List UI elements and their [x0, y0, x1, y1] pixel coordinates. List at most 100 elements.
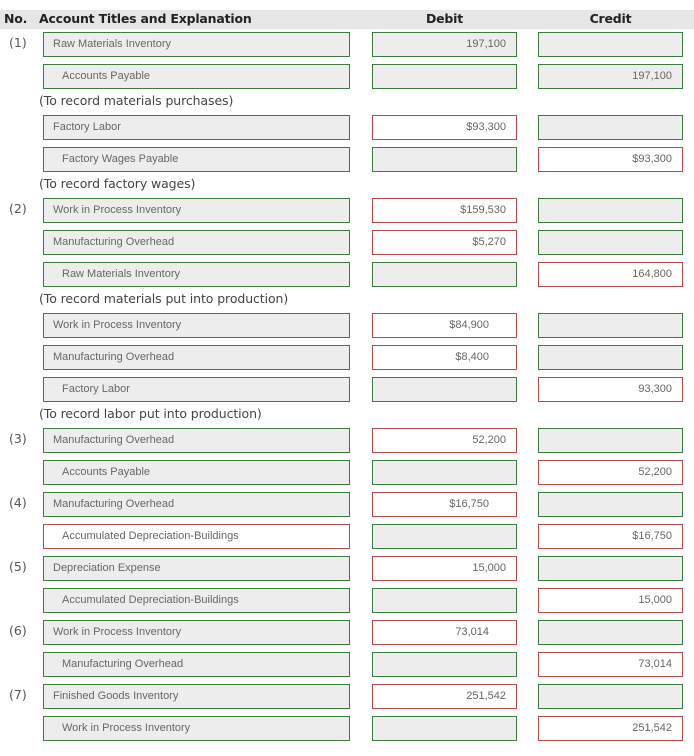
account-title-field[interactable]: Accumulated Depreciation-Buildings	[43, 524, 350, 549]
header-no: No.	[4, 11, 28, 26]
journal-row: (1) Raw Materials Inventory 197,100	[0, 32, 694, 64]
journal-row: Manufacturing Overhead 73,014	[0, 652, 694, 684]
account-title-field[interactable]: Raw Materials Inventory	[43, 32, 350, 57]
journal-row: (6) Work in Process Inventory 73,014	[0, 620, 694, 652]
journal-row: Factory Labor 93,300	[0, 377, 694, 409]
debit-field[interactable]: 251,542	[372, 684, 517, 709]
debit-field[interactable]: $159,530	[372, 198, 517, 223]
credit-field[interactable]	[538, 492, 683, 517]
credit-field[interactable]: 15,000	[538, 588, 683, 613]
header-debit: Debit	[425, 11, 464, 26]
entry-number: (2)	[9, 201, 27, 216]
debit-field[interactable]: $16,750	[372, 492, 517, 517]
entry-explanation: (To record factory wages)	[0, 176, 694, 198]
account-title-field[interactable]: Factory Labor	[43, 115, 350, 140]
account-title-field[interactable]: Accounts Payable	[43, 64, 350, 89]
credit-field[interactable]	[538, 115, 683, 140]
credit-field[interactable]	[538, 556, 683, 581]
entry-number: (3)	[9, 431, 27, 446]
credit-field[interactable]: 73,014	[538, 652, 683, 677]
entry-number: (1)	[9, 35, 27, 50]
credit-field[interactable]: 197,100	[538, 64, 683, 89]
debit-field[interactable]: $84,900	[372, 313, 517, 338]
journal-row: Accounts Payable 52,200	[0, 460, 694, 492]
debit-field[interactable]: $93,300	[372, 115, 517, 140]
journal-row: (2) Work in Process Inventory $159,530	[0, 198, 694, 230]
journal-row: Raw Materials Inventory 164,800	[0, 262, 694, 294]
account-title-field[interactable]: Manufacturing Overhead	[43, 345, 350, 370]
credit-field[interactable]	[538, 428, 683, 453]
entry-explanation: (To record labor put into production)	[0, 406, 694, 428]
debit-field[interactable]: $8,400	[372, 345, 517, 370]
debit-field[interactable]: 52,200	[372, 428, 517, 453]
credit-field[interactable]	[538, 684, 683, 709]
journal-row: (7) Finished Goods Inventory 251,542	[0, 684, 694, 716]
account-title-field[interactable]: Depreciation Expense	[43, 556, 350, 581]
journal-row: (4) Manufacturing Overhead $16,750	[0, 492, 694, 524]
credit-field[interactable]	[538, 313, 683, 338]
credit-field[interactable]	[538, 620, 683, 645]
credit-field[interactable]: 52,200	[538, 460, 683, 485]
journal-row: (5) Depreciation Expense 15,000	[0, 556, 694, 588]
account-title-field[interactable]: Raw Materials Inventory	[43, 262, 350, 287]
debit-field[interactable]	[372, 377, 517, 402]
header-credit: Credit	[589, 11, 632, 26]
credit-field[interactable]: 164,800	[538, 262, 683, 287]
account-title-field[interactable]: Work in Process Inventory	[43, 198, 350, 223]
debit-field[interactable]	[372, 64, 517, 89]
debit-field[interactable]	[372, 588, 517, 613]
journal-row: Manufacturing Overhead $5,270	[0, 230, 694, 262]
explanation-text: (To record labor put into production)	[39, 406, 262, 421]
entry-explanation: (To record materials purchases)	[0, 93, 694, 115]
explanation-text: (To record factory wages)	[39, 176, 196, 191]
entry-number: (5)	[9, 559, 27, 574]
account-title-field[interactable]: Manufacturing Overhead	[43, 230, 350, 255]
account-title-field[interactable]: Accounts Payable	[43, 460, 350, 485]
account-title-field[interactable]: Work in Process Inventory	[43, 313, 350, 338]
account-title-field[interactable]: Manufacturing Overhead	[43, 652, 350, 677]
credit-field[interactable]	[538, 230, 683, 255]
credit-field[interactable]	[538, 32, 683, 57]
journal-row: Factory Labor $93,300	[0, 115, 694, 147]
account-title-field[interactable]: Work in Process Inventory	[43, 620, 350, 645]
entry-number: (6)	[9, 623, 27, 638]
debit-field[interactable]	[372, 147, 517, 172]
account-title-field[interactable]: Work in Process Inventory	[43, 716, 350, 741]
journal-row: Accumulated Depreciation-Buildings $16,75…	[0, 524, 694, 556]
account-title-field[interactable]: Factory Wages Payable	[43, 147, 350, 172]
journal-row: Work in Process Inventory 251,542	[0, 716, 694, 748]
debit-field[interactable]: $5,270	[372, 230, 517, 255]
credit-field[interactable]: $16,750	[538, 524, 683, 549]
account-title-field[interactable]: Factory Labor	[43, 377, 350, 402]
debit-field[interactable]	[372, 524, 517, 549]
debit-field[interactable]	[372, 262, 517, 287]
debit-field[interactable]: 73,014	[372, 620, 517, 645]
explanation-text: (To record materials put into production…	[39, 291, 289, 306]
journal-row: Work in Process Inventory $84,900	[0, 313, 694, 345]
journal-row: Manufacturing Overhead $8,400	[0, 345, 694, 377]
table-header: No. Account Titles and Explanation Debit…	[0, 10, 694, 29]
debit-field[interactable]	[372, 460, 517, 485]
debit-field[interactable]	[372, 716, 517, 741]
explanation-text: (To record materials purchases)	[39, 93, 234, 108]
credit-field[interactable]	[538, 198, 683, 223]
credit-field[interactable]: 251,542	[538, 716, 683, 741]
journal-row: Accounts Payable 197,100	[0, 64, 694, 96]
entry-number: (7)	[9, 687, 27, 702]
account-title-field[interactable]: Manufacturing Overhead	[43, 428, 350, 453]
debit-field[interactable]	[372, 652, 517, 677]
journal-row: Accumulated Depreciation-Buildings 15,000	[0, 588, 694, 620]
debit-field[interactable]: 15,000	[372, 556, 517, 581]
credit-field[interactable]	[538, 345, 683, 370]
journal-row: Factory Wages Payable $93,300	[0, 147, 694, 179]
account-title-field[interactable]: Finished Goods Inventory	[43, 684, 350, 709]
account-title-field[interactable]: Accumulated Depreciation-Buildings	[43, 588, 350, 613]
entry-explanation: (To record materials put into production…	[0, 291, 694, 313]
debit-field[interactable]: 197,100	[372, 32, 517, 57]
journal-row: (3) Manufacturing Overhead 52,200	[0, 428, 694, 460]
credit-field[interactable]: $93,300	[538, 147, 683, 172]
credit-field[interactable]: 93,300	[538, 377, 683, 402]
journal-entries: (1) Raw Materials Inventory 197,100 Account…	[0, 32, 694, 748]
account-title-field[interactable]: Manufacturing Overhead	[43, 492, 350, 517]
header-account: Account Titles and Explanation	[39, 11, 252, 26]
